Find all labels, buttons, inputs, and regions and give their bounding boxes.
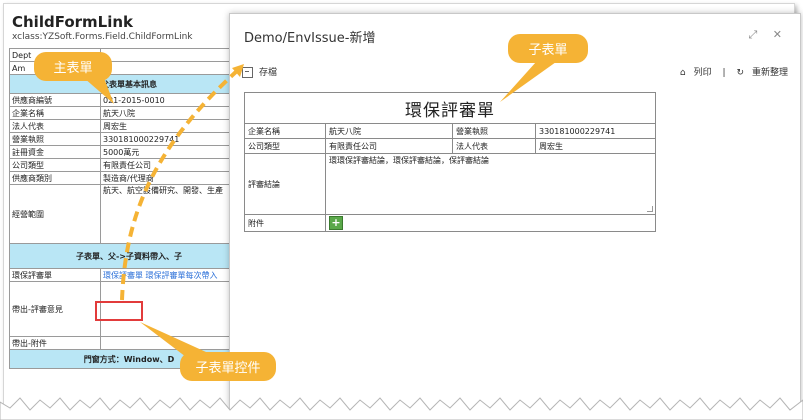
callout-main-form: 主表單	[34, 52, 112, 81]
callout-pointer	[500, 62, 556, 102]
callout-pointer	[84, 78, 114, 104]
callout-child-control: 子表單控件	[180, 352, 276, 381]
callout-child-form: 子表單	[508, 34, 588, 63]
dashed-arrow	[120, 68, 240, 301]
annotation-arrows	[84, 62, 556, 360]
torn-edge	[0, 397, 803, 420]
